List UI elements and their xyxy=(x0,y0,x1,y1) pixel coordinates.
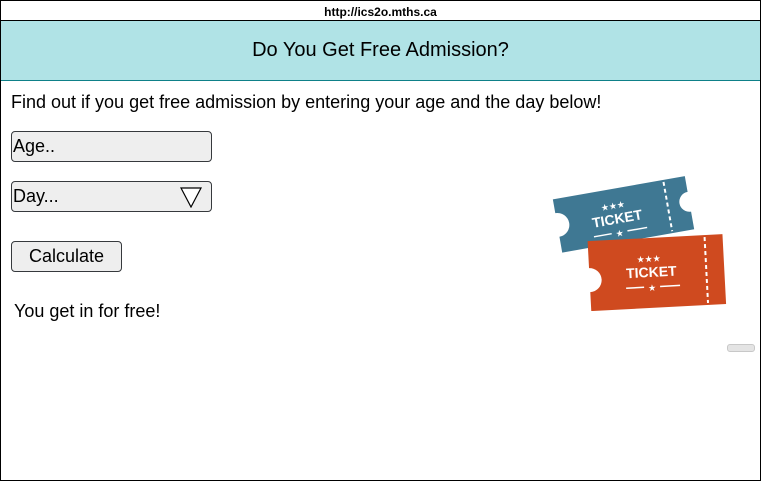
svg-text:★: ★ xyxy=(615,229,625,240)
triangle-down-icon xyxy=(180,187,202,208)
instructions-text: Find out if you get free admission by en… xyxy=(11,92,602,112)
age-input[interactable]: Age.. xyxy=(11,131,212,162)
page-title: Do You Get Free Admission? xyxy=(1,21,760,81)
age-input-placeholder: Age.. xyxy=(13,136,56,156)
day-select[interactable]: Day... xyxy=(11,181,212,212)
scrollbar-handle[interactable] xyxy=(727,344,755,352)
result-text: You get in for free! xyxy=(14,301,161,321)
calculate-button[interactable]: Calculate xyxy=(11,241,122,272)
address-bar[interactable]: http://ics2o.mths.ca xyxy=(1,1,760,21)
day-select-value: Day... xyxy=(13,186,59,206)
orange-ticket-text: TICKET xyxy=(626,263,678,282)
ticket-icon: ★★★ TICKET ★ ★★★ TICKET ★ xyxy=(552,176,727,311)
svg-text:★: ★ xyxy=(648,284,657,294)
wireframe-window: http://ics2o.mths.ca Do You Get Free Adm… xyxy=(0,0,761,481)
orange-ticket: ★★★ TICKET ★ xyxy=(587,234,727,311)
